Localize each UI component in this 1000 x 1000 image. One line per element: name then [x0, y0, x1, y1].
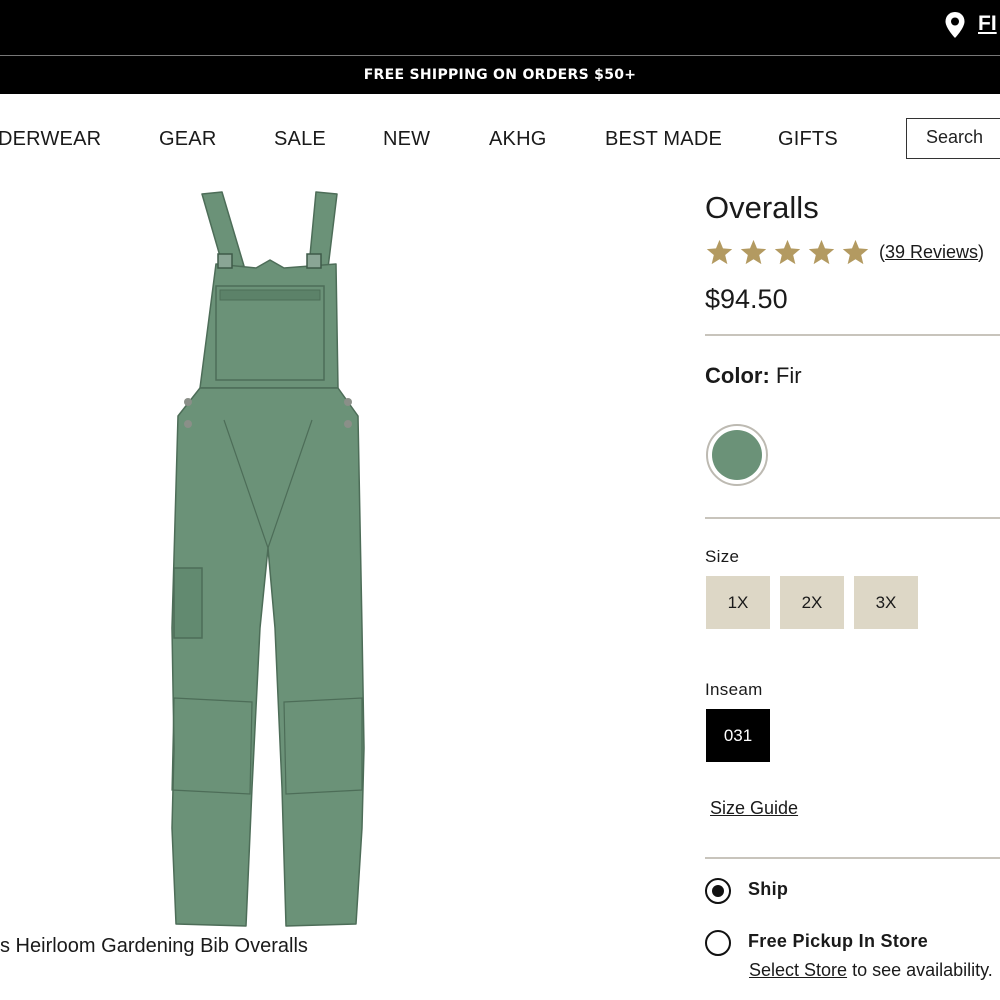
star-icon [706, 239, 733, 265]
availability-text: to see availability. [847, 960, 993, 980]
product-image[interactable] [160, 188, 375, 930]
location-pin-icon[interactable] [944, 11, 966, 39]
color-swatch-fir[interactable] [706, 424, 768, 486]
divider [705, 334, 1000, 336]
size-button-2x[interactable]: 2X [780, 576, 844, 629]
nav-item-new[interactable]: NEW [383, 128, 430, 151]
star-icon [774, 239, 801, 265]
ship-radio[interactable] [705, 878, 731, 904]
size-label: Size [705, 547, 740, 566]
pickup-option-label[interactable]: Free Pickup In Store [748, 931, 928, 952]
color-value: Fir [775, 363, 802, 388]
inseam-button-031[interactable]: 031 [706, 709, 770, 762]
store-availability-text: Select Store to see availability. [749, 960, 993, 981]
nav-item-sale[interactable]: SALE [274, 128, 326, 151]
inseam-label: Inseam [705, 680, 763, 699]
reviews-link[interactable]: (39 Reviews) [879, 242, 984, 263]
main-nav: DERWEAR GEAR SALE NEW AKHG BEST MADE GIF… [0, 118, 1000, 160]
product-title: Overalls [705, 190, 819, 225]
reviews-count[interactable]: 39 Reviews [885, 242, 978, 262]
product-caption: s Heirloom Gardening Bib Overalls [0, 935, 308, 957]
nav-item-best-made[interactable]: BEST MADE [605, 128, 722, 151]
size-button-1x[interactable]: 1X [706, 576, 770, 629]
nav-item-underwear[interactable]: DERWEAR [0, 128, 101, 151]
color-label-key: Color: [705, 363, 770, 388]
star-icon [842, 239, 869, 265]
nav-item-akhg[interactable]: AKHG [489, 128, 546, 151]
size-guide-link[interactable]: Size Guide [710, 798, 798, 819]
size-button-3x[interactable]: 3X [854, 576, 918, 629]
divider [705, 517, 1000, 519]
search-input[interactable]: Search [906, 118, 1000, 159]
star-rating[interactable] [705, 238, 870, 268]
divider [705, 857, 1000, 859]
find-store-link[interactable]: FI [978, 12, 997, 36]
pickup-radio[interactable] [705, 930, 731, 956]
nav-item-gifts[interactable]: GIFTS [778, 128, 838, 151]
star-icon [740, 239, 767, 265]
select-store-link[interactable]: Select Store [749, 960, 847, 980]
nav-item-gear[interactable]: GEAR [159, 128, 216, 151]
ship-option-label[interactable]: Ship [748, 879, 788, 900]
top-utility-bar: FI [0, 0, 1000, 55]
product-price: $94.50 [705, 284, 788, 314]
swatch-fill [712, 430, 762, 480]
promo-banner[interactable]: FREE SHIPPING ON ORDERS $50+ [0, 56, 1000, 94]
color-label: Color: Fir [705, 363, 802, 389]
star-icon [808, 239, 835, 265]
